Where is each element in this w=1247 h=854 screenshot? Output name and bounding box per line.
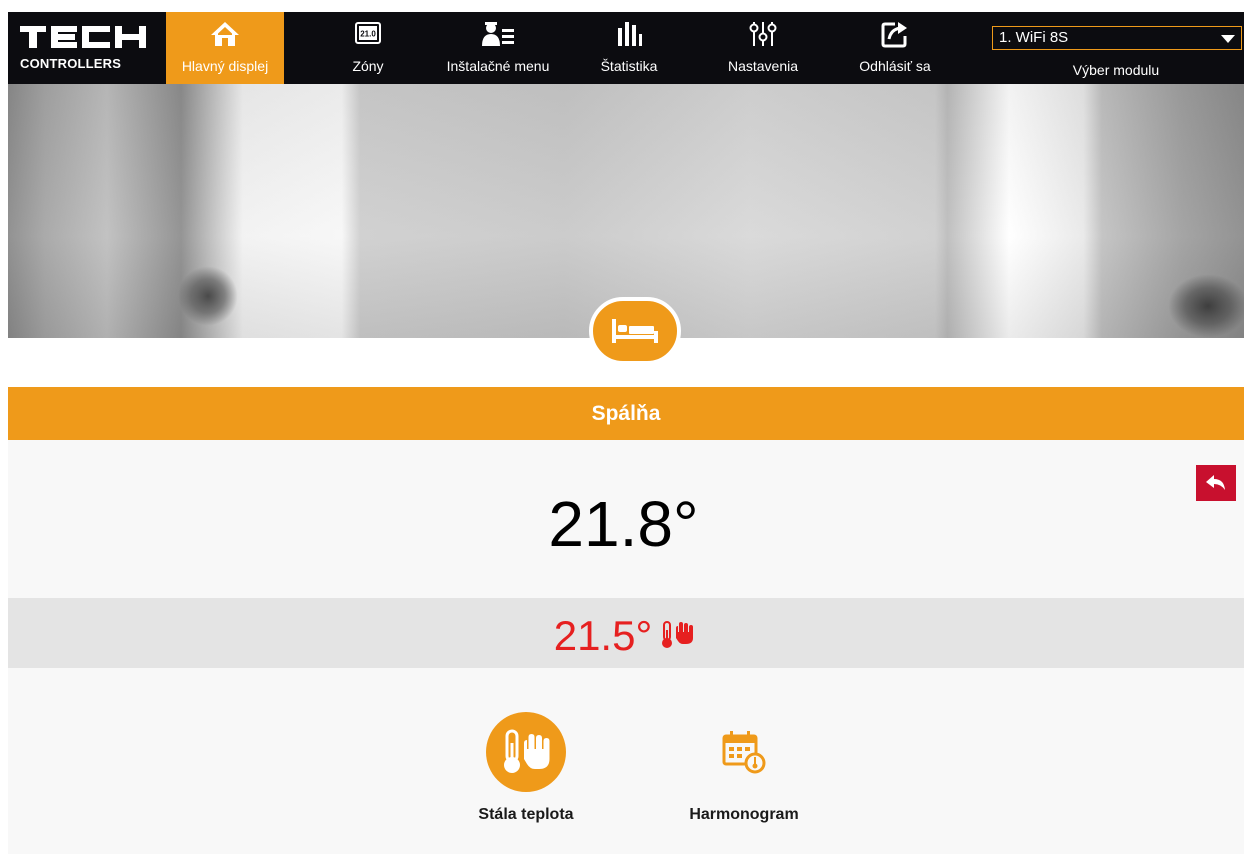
bed-icon — [589, 297, 681, 365]
module-selector: 1. WiFi 8S Výber modulu — [988, 12, 1244, 84]
mode-label: Harmonogram — [689, 806, 799, 823]
nav-item-logout[interactable]: Odhlásiť sa — [840, 12, 950, 84]
top-nav: CONTROLLERS Hlavný displej 21.0 Zóny Inš… — [8, 12, 1244, 84]
nav-label: Nastavenia — [727, 58, 799, 74]
module-label: Výber modulu — [1072, 62, 1160, 78]
nav-label: Štatistika — [600, 58, 658, 74]
logo-subtitle: CONTROLLERS — [20, 56, 122, 71]
nav-item-main-display[interactable]: Hlavný displej — [166, 12, 284, 84]
calendar-clock-icon — [704, 712, 784, 792]
zone-display-icon: 21.0 — [326, 20, 410, 48]
installer-icon — [428, 20, 568, 48]
set-temperature: 21.5° — [553, 611, 653, 659]
module-selected-value: 1. WiFi 8S — [999, 29, 1069, 46]
module-dropdown[interactable]: 1. WiFi 8S — [992, 26, 1242, 50]
nav-item-statistics[interactable]: Štatistika — [584, 12, 674, 84]
zone-title: Spálňa — [8, 387, 1244, 440]
set-temperature-row[interactable]: 21.5° — [8, 598, 1244, 668]
mode-constant-temperature[interactable]: Stála teplota — [446, 712, 606, 824]
svg-text:21.0: 21.0 — [360, 30, 376, 39]
thermometer-hand-icon — [486, 712, 566, 792]
mode-schedule[interactable]: Harmonogram — [664, 712, 824, 824]
nav-label: Zóny — [352, 58, 384, 74]
tech-controllers-logo[interactable]: CONTROLLERS — [20, 26, 150, 74]
nav-item-installer-menu[interactable]: Inštalačné menu — [428, 12, 568, 84]
nav-label: Odhlásiť sa — [859, 58, 931, 74]
dropdown-arrow-icon — [1221, 35, 1235, 43]
nav-label: Inštalačné menu — [446, 58, 550, 74]
nav-label: Hlavný displej — [181, 58, 269, 74]
nav-item-settings[interactable]: Nastavenia — [708, 12, 818, 84]
current-temperature: 21.8° — [548, 488, 699, 560]
logout-icon — [840, 20, 950, 48]
page: CONTROLLERS Hlavný displej 21.0 Zóny Inš… — [0, 0, 1247, 854]
tech-logo-mark — [20, 26, 146, 48]
home-icon — [166, 20, 284, 48]
nav-item-zones[interactable]: 21.0 Zóny — [326, 12, 410, 84]
mode-label: Stála teplota — [478, 806, 574, 823]
thermometer-hand-icon — [658, 613, 698, 659]
settings-sliders-icon — [708, 20, 818, 48]
statistics-icon — [584, 20, 674, 48]
